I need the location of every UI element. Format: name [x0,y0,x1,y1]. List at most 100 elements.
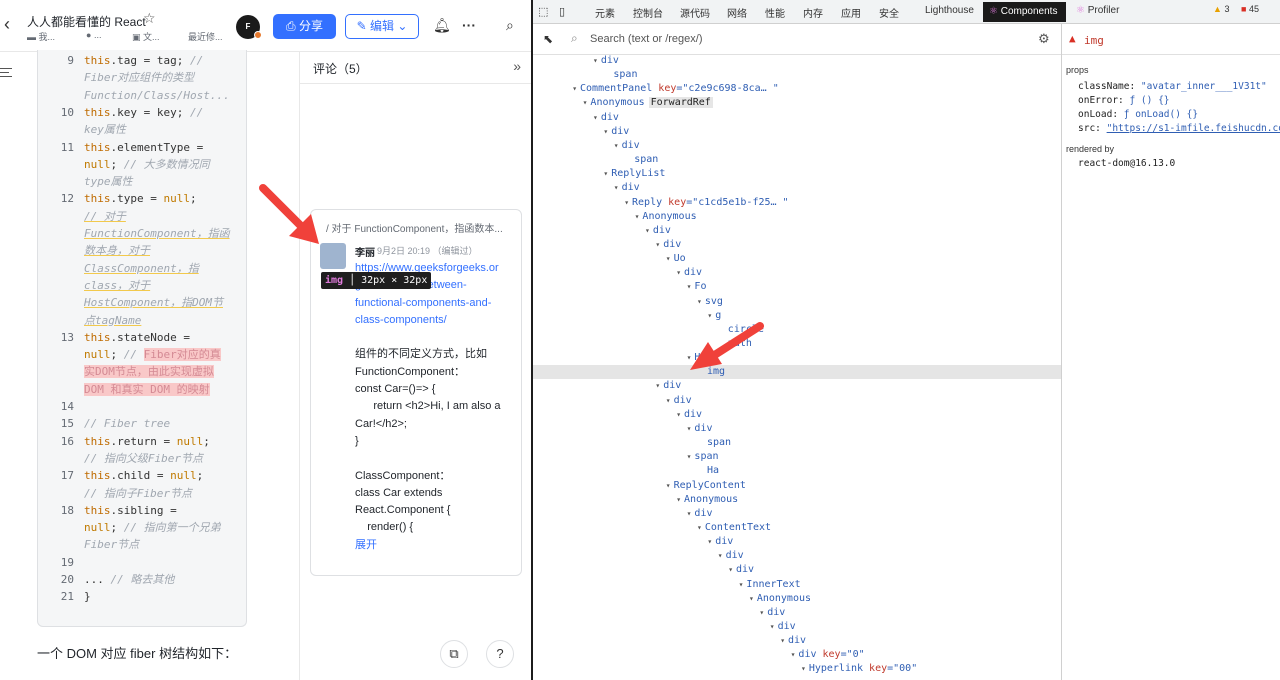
tab-application[interactable]: 应用 [841,5,861,20]
expand-arrow-icon[interactable]: ▾ [666,254,671,263]
prop-row[interactable]: src: "https://s1-imfile.feishucdn.com/ [1078,123,1280,134]
expand-arrow-icon[interactable]: ▾ [676,495,681,504]
tree-node-span[interactable]: span [533,153,1061,167]
error-count[interactable]: ■ 45 [1241,4,1259,14]
expand-arrow-icon[interactable]: ▾ [801,664,806,673]
tree-node-div[interactable]: ▾ div [533,408,1061,422]
tree-node-div[interactable]: ▾ div [533,139,1061,153]
tree-node-anonymous[interactable]: ▾ Anonymous [533,210,1061,224]
expand-arrow-icon[interactable]: ▾ [759,608,764,617]
tree-node-div[interactable]: ▾ div [533,606,1061,620]
tree-node-div[interactable]: ▾ div [533,224,1061,238]
expand-arrow-icon[interactable]: ▾ [583,98,588,107]
tree-node-hyperlink[interactable]: ▾ Hyperlink key="00" [533,662,1061,676]
tree-node-span[interactable]: span [533,436,1061,450]
more-icon[interactable]: ··· [462,17,476,33]
tree-node-div[interactable]: ▾ div [533,55,1061,68]
tree-node-replylist[interactable]: ▾ ReplyList [533,167,1061,181]
prop-row[interactable]: className: "avatar_inner___1V31t" [1078,81,1267,92]
inspect-element-icon[interactable]: ⬚ [538,5,548,18]
tree-node-anonymous[interactable]: ▾ Anonymous [533,493,1061,507]
tree-node-reply[interactable]: ▾ Reply key="c1cd5e1b-f25… " [533,196,1061,210]
expand-arrow-icon[interactable]: ▾ [603,169,608,178]
expand-arrow-icon[interactable]: ▾ [697,523,702,532]
tree-node-div[interactable]: ▾ div [533,266,1061,280]
expand-arrow-icon[interactable]: ▾ [666,396,671,405]
prop-row[interactable]: onLoad: ƒ onLoad() {} [1078,109,1198,120]
expand-arrow-icon[interactable]: ▾ [749,594,754,603]
expand-arrow-icon[interactable]: ▾ [603,127,608,136]
warning-count[interactable]: ▲ 3 [1213,4,1229,14]
tree-node-circle[interactable]: circle [533,323,1061,337]
tree-node-anonymous[interactable]: ▾ Anonymous ForwardRef [533,96,1061,110]
tree-node-div[interactable]: ▾ div [533,422,1061,436]
select-element-icon[interactable]: ⬉ [543,32,553,46]
expand-arrow-icon[interactable]: ▾ [687,509,692,518]
tab-console[interactable]: 控制台 [633,5,663,20]
tab-performance[interactable]: 性能 [765,5,785,20]
tab-elements[interactable]: 元素 [595,5,615,20]
tree-node-ha[interactable]: Ha [533,464,1061,478]
comment-card[interactable]: / 对于 FunctionComponent，指函数本... 李丽 9月2日 2… [310,209,522,576]
expand-arrow-icon[interactable]: ▾ [624,198,629,207]
tree-node-div[interactable]: ▾ div key="0" [533,648,1061,662]
collapse-panel-icon[interactable]: » [513,58,521,74]
tab-memory[interactable]: 内存 [803,5,823,20]
expand-arrow-icon[interactable]: ▾ [697,297,702,306]
tab-security[interactable]: 安全 [879,5,899,20]
expand-arrow-icon[interactable]: ▾ [687,452,692,461]
expand-arrow-icon[interactable]: ▾ [739,580,744,589]
edit-button[interactable]: ✎ 编辑 ⌄ [345,14,419,39]
expand-arrow-icon[interactable]: ▾ [645,226,650,235]
tree-node-innertext[interactable]: ▾ InnerText [533,578,1061,592]
tree-node-fo[interactable]: ▾ Fo [533,280,1061,294]
expand-arrow-icon[interactable]: ▾ [780,636,785,645]
expand-arrow-icon[interactable]: ▾ [614,141,619,150]
expand-arrow-icon[interactable]: ▾ [687,424,692,433]
tree-node-contenttext[interactable]: ▾ ContentText [533,521,1061,535]
expand-arrow-icon[interactable]: ▾ [718,551,723,560]
expand-arrow-icon[interactable]: ▾ [593,56,598,65]
tree-node-path[interactable]: path [533,337,1061,351]
tab-sources[interactable]: 源代码 [680,5,710,20]
comment-link[interactable]: https://www.geeksforgeeks.org/difference… [355,260,515,329]
star-icon[interactable]: ☆ [143,10,156,27]
tree-node-svg[interactable]: ▾ svg [533,295,1061,309]
tab-profiler[interactable]: ⚛︎ Profiler [1076,5,1119,16]
tree-node-div[interactable]: ▾ div [533,620,1061,634]
expand-arrow-icon[interactable]: ▾ [655,240,660,249]
tree-node-div[interactable]: ▾ div [533,563,1061,577]
tree-node-commentpanel[interactable]: ▾ CommentPanel key="c2e9c698-8ca… " [533,82,1061,96]
rendered-by-value[interactable]: react-dom@16.13.0 [1078,158,1175,169]
tree-node-div[interactable]: ▾ div [533,238,1061,252]
expand-arrow-icon[interactable]: ▾ [572,84,577,93]
tree-node-div[interactable]: ▾ div [533,634,1061,648]
expand-arrow-icon[interactable]: ▾ [707,537,712,546]
expand-arrow-icon[interactable]: ▾ [666,481,671,490]
tab-components[interactable]: ⚛︎ Components [983,2,1066,22]
tree-node-div[interactable]: ▾ div [533,181,1061,195]
tree-node-div[interactable]: ▾ div [533,507,1061,521]
device-toolbar-icon[interactable]: ▯ [559,5,565,18]
prop-row[interactable]: onError: ƒ () {} [1078,95,1170,106]
tree-node-div[interactable]: ▾ div [533,549,1061,563]
outline-menu-icon[interactable] [0,68,12,80]
tree-node-replycontent[interactable]: ▾ ReplyContent [533,479,1061,493]
tree-node-g[interactable]: ▾ g [533,309,1061,323]
expand-arrow-icon[interactable]: ▾ [676,410,681,419]
search-icon[interactable]: ⌕ [506,17,514,34]
share-button[interactable]: ⎙ 分享 [273,14,336,39]
tree-node-div[interactable]: ▾ div [533,379,1061,393]
expand-arrow-icon[interactable]: ▾ [655,381,660,390]
expand-arrow-icon[interactable]: ▾ [770,622,775,631]
tree-node-span[interactable]: ▾ span [533,450,1061,464]
expand-arrow-icon[interactable]: ▾ [791,650,796,659]
tree-node-ho[interactable]: ▾Ho [533,351,1061,365]
back-icon[interactable]: ‹ [4,14,10,35]
tab-lighthouse[interactable]: Lighthouse [925,5,974,16]
tab-network[interactable]: 网络 [727,5,747,20]
expand-link[interactable]: 展开 [355,537,515,554]
bell-icon[interactable]: 🔔︎ [433,17,451,34]
search-input[interactable]: Search (text or /regex/) [590,33,703,45]
tree-node-div[interactable]: ▾ div [533,111,1061,125]
